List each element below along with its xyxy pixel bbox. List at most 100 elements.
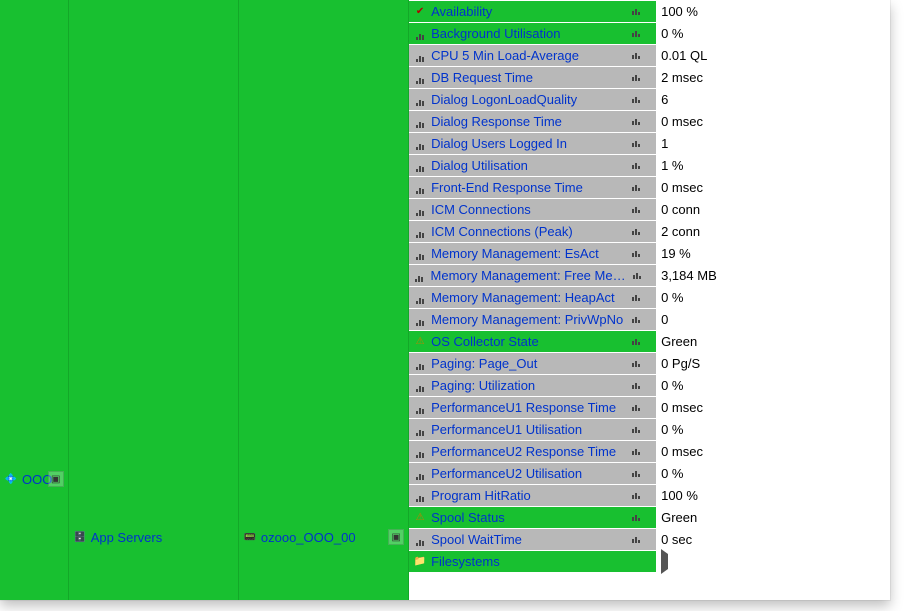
bar-chart-icon [413, 314, 427, 326]
metric-link[interactable]: Memory Management: EsAct [431, 246, 632, 261]
metric-value: 0 msec [661, 180, 703, 195]
mini-chart-icon[interactable] [633, 273, 648, 279]
bar-chart-icon [413, 116, 427, 128]
metric-link[interactable]: Background Utilisation [431, 26, 632, 41]
metric-row-name: Front-End Response Time [409, 176, 657, 198]
mini-chart-icon[interactable] [632, 119, 648, 125]
metric-link[interactable]: Program HitRatio [431, 488, 632, 503]
instance-icon: 📟 [243, 531, 257, 545]
metric-link[interactable]: Dialog Utilisation [431, 158, 632, 173]
mini-chart-icon[interactable] [632, 75, 648, 81]
mini-chart-icon[interactable] [632, 449, 648, 455]
metric-link[interactable]: ICM Connections [431, 202, 632, 217]
metric-link[interactable]: Paging: Utilization [431, 378, 632, 393]
expand-toggle[interactable]: ▣ [48, 471, 64, 487]
metric-value: 0 [661, 312, 668, 327]
metric-link[interactable]: Front-End Response Time [431, 180, 632, 195]
metric-row-value: 0 msec [657, 396, 890, 418]
mini-chart-icon[interactable] [632, 317, 648, 323]
metric-link[interactable]: Dialog LogonLoadQuality [431, 92, 632, 107]
bar-chart-icon [413, 204, 427, 216]
metric-link[interactable]: Filesystems [431, 554, 652, 569]
metric-value: 0 msec [661, 444, 703, 459]
metric-row-value: 6 [657, 88, 890, 110]
metric-row-name: Memory Management: Free Memory [409, 264, 657, 286]
metric-link[interactable]: Spool Status [431, 510, 632, 525]
metric-link[interactable]: Memory Management: PrivWpNo [431, 312, 632, 327]
metric-row-name: ICM Connections [409, 198, 657, 220]
bar-chart-icon [413, 534, 427, 546]
metric-row-value: 0 msec [657, 176, 890, 198]
metric-value: Green [661, 334, 697, 349]
metric-link[interactable]: Dialog Response Time [431, 114, 632, 129]
metric-row-value: 100 % [657, 0, 890, 22]
metric-link[interactable]: Paging: Page_Out [431, 356, 632, 371]
system-icon: 💠 [4, 473, 18, 487]
metric-row-value: 0 % [657, 418, 890, 440]
metric-link[interactable]: OS Collector State [431, 334, 632, 349]
mini-chart-icon[interactable] [632, 163, 648, 169]
metric-value: Green [661, 510, 697, 525]
metric-row-value: 0 msec [657, 110, 890, 132]
metric-row-name: Memory Management: HeapAct [409, 286, 657, 308]
metric-row-value: 2 msec [657, 66, 890, 88]
metric-value: 0 % [661, 26, 683, 41]
metric-link[interactable]: Spool WaitTime [431, 532, 632, 547]
metric-value: 100 % [661, 488, 698, 503]
metric-row-value: Green [657, 330, 890, 352]
metric-link[interactable]: Availability [431, 4, 632, 19]
metric-link[interactable]: Dialog Users Logged In [431, 136, 632, 151]
bar-chart-icon [413, 468, 427, 480]
bar-chart-icon [413, 248, 427, 260]
mini-chart-icon[interactable] [632, 493, 648, 499]
mini-chart-icon[interactable] [632, 537, 648, 543]
metric-link[interactable]: PerformanceU2 Response Time [431, 444, 632, 459]
metric-row-name: Paging: Utilization [409, 374, 657, 396]
bar-chart-icon [413, 138, 427, 150]
metric-link[interactable]: PerformanceU1 Utilisation [431, 422, 632, 437]
mini-chart-icon[interactable] [632, 229, 648, 235]
mini-chart-icon[interactable] [632, 251, 648, 257]
mini-chart-icon[interactable] [632, 427, 648, 433]
mini-chart-icon[interactable] [632, 361, 648, 367]
expand-arrow-icon[interactable] [661, 549, 668, 574]
metric-value: 100 % [661, 4, 698, 19]
metric-link[interactable]: DB Request Time [431, 70, 632, 85]
tree-col-instance: 📟 ozooo_OOO_00 ▣ [239, 0, 409, 600]
metric-link[interactable]: PerformanceU2 Utilisation [431, 466, 632, 481]
tree-link-app-servers[interactable]: App Servers [91, 530, 163, 545]
metric-value: 0 msec [661, 114, 703, 129]
metric-value: 6 [661, 92, 668, 107]
tree-link-instance[interactable]: ozooo_OOO_00 [261, 530, 356, 545]
metric-link[interactable]: PerformanceU1 Response Time [431, 400, 632, 415]
mini-chart-icon[interactable] [632, 339, 648, 345]
metric-row-value: 0 % [657, 374, 890, 396]
mini-chart-icon[interactable] [632, 207, 648, 213]
mini-chart-icon[interactable] [632, 515, 648, 521]
metric-value: 0 % [661, 290, 683, 305]
mini-chart-icon[interactable] [632, 471, 648, 477]
mini-chart-icon[interactable] [632, 97, 648, 103]
metric-row-name: PerformanceU2 Response Time [409, 440, 657, 462]
metric-value: 0 msec [661, 400, 703, 415]
metric-value [661, 554, 668, 569]
folder-icon: 📁 [413, 556, 427, 568]
metric-row-name: PerformanceU1 Utilisation [409, 418, 657, 440]
metric-row-name: ✔Availability [409, 0, 657, 22]
mini-chart-icon[interactable] [632, 405, 648, 411]
mini-chart-icon[interactable] [632, 185, 648, 191]
metric-link[interactable]: Memory Management: Free Memory [431, 268, 633, 283]
mini-chart-icon[interactable] [632, 141, 648, 147]
metric-link[interactable]: CPU 5 Min Load-Average [431, 48, 632, 63]
metric-row-name: Dialog Utilisation [409, 154, 657, 176]
mini-chart-icon[interactable] [632, 9, 648, 15]
mini-chart-icon[interactable] [632, 295, 648, 301]
mini-chart-icon[interactable] [632, 31, 648, 37]
metric-link[interactable]: Memory Management: HeapAct [431, 290, 632, 305]
mini-chart-icon[interactable] [632, 53, 648, 59]
bar-chart-icon [413, 72, 427, 84]
bar-chart-icon [413, 490, 427, 502]
metric-link[interactable]: ICM Connections (Peak) [431, 224, 632, 239]
mini-chart-icon[interactable] [632, 383, 648, 389]
expand-toggle[interactable]: ▣ [388, 529, 404, 545]
